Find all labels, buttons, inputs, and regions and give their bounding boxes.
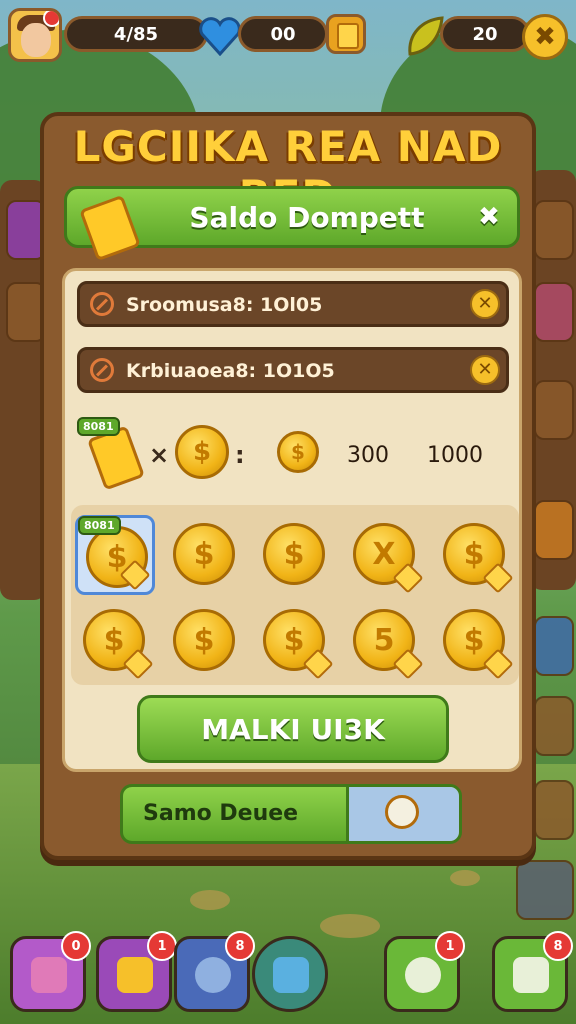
- confirm-button[interactable]: MALKI UI3K: [137, 695, 449, 763]
- book-icon: [31, 957, 67, 993]
- ground-stone: [320, 914, 380, 938]
- coin-pack-grid: $ 8081 $ $ X $ $ $ $ 5 $: [71, 505, 519, 685]
- coin-icon: $: [263, 523, 325, 585]
- exchange-rate-row: 8081 × $ : $ 300 1000: [77, 417, 509, 491]
- ban-icon: [90, 292, 114, 316]
- gold-bar-icon: [337, 23, 359, 49]
- avatar-face: [21, 23, 51, 57]
- chat-icon-area: [346, 787, 459, 841]
- quest-icon: [273, 957, 309, 993]
- rate-value-b: 1000: [427, 443, 483, 468]
- nav-star-button[interactable]: 8: [492, 931, 573, 1012]
- balance-field[interactable]: Krbiuaoea8: 1O1O5 ✕: [77, 347, 509, 393]
- coin-pack-item[interactable]: $: [435, 601, 515, 681]
- player-avatar[interactable]: [8, 8, 62, 62]
- secondary-button-label: Samo Deuee: [143, 801, 299, 826]
- secondary-button[interactable]: Samo Deuee: [120, 784, 462, 844]
- coin-pack-item[interactable]: $: [75, 601, 155, 681]
- nav-chat-button[interactable]: 1: [384, 931, 465, 1012]
- nav-box-button[interactable]: 1: [96, 931, 177, 1012]
- nav-badge: 8: [225, 931, 255, 961]
- rate-value-a: 300: [347, 443, 389, 468]
- coin-pack-item[interactable]: X: [345, 515, 425, 595]
- chat-bubble-icon: [405, 957, 441, 993]
- blue-heart-icon: [199, 17, 241, 56]
- coin-icon: $: [173, 609, 235, 671]
- smiley-icon: [385, 795, 419, 829]
- side-button[interactable]: [534, 500, 574, 560]
- nav-character-button[interactable]: 8: [174, 931, 255, 1012]
- close-icon: ✖: [534, 22, 556, 52]
- coin-pack-item[interactable]: $: [435, 515, 515, 595]
- gold-tag: 8081: [77, 417, 120, 436]
- coin-pack-item[interactable]: $: [165, 601, 245, 681]
- close-button[interactable]: ✖: [522, 14, 568, 60]
- coin-pack-item[interactable]: $ 8081: [75, 515, 155, 595]
- clear-field-button[interactable]: ✕: [470, 289, 500, 319]
- coin-pack-item[interactable]: 5: [345, 601, 425, 681]
- coin-icon: $: [277, 431, 319, 473]
- field-text: Krbiuaoea8: 1O1O5: [126, 360, 335, 382]
- side-button[interactable]: [516, 860, 574, 920]
- panel-body: Sroomusa8: 1Ol05 ✕ Krbiuaoea8: 1O1O5 ✕ 8…: [62, 268, 522, 772]
- nav-quest-button[interactable]: [252, 936, 328, 1012]
- banner-close-button[interactable]: ✖: [475, 203, 503, 231]
- wallet-banner: Saldo Dompett ✖: [64, 186, 520, 262]
- top-hud: 4/85 00 20 ✖: [0, 6, 576, 66]
- side-button[interactable]: [534, 780, 574, 840]
- character-icon: [195, 957, 231, 993]
- pack-tag: 8081: [78, 516, 121, 535]
- field-text: Sroomusa8: 1Ol05: [126, 294, 323, 316]
- nav-badge: 8: [543, 931, 573, 961]
- banner-label: Saldo Dompett: [189, 201, 425, 234]
- coin-pack-item[interactable]: $: [165, 515, 245, 595]
- side-button[interactable]: [534, 696, 574, 756]
- nav-book-button[interactable]: 0: [10, 931, 91, 1012]
- notification-dot: [43, 11, 59, 27]
- coin-pack-item[interactable]: $: [255, 601, 335, 681]
- coin-icon: $: [173, 523, 235, 585]
- balance-field[interactable]: Sroomusa8: 1Ol05 ✕: [77, 281, 509, 327]
- nav-badge: 1: [435, 931, 465, 961]
- coin-pack-item[interactable]: $: [255, 515, 335, 595]
- leaves-counter: 20: [440, 16, 530, 52]
- clear-field-button[interactable]: ✕: [470, 355, 500, 385]
- nav-badge: 0: [61, 931, 91, 961]
- leaves-value: 20: [472, 23, 498, 45]
- gold-bar-button[interactable]: [326, 14, 366, 54]
- gems-counter: 00: [238, 16, 328, 52]
- gems-value: 00: [270, 23, 296, 45]
- coins-value: 4/85: [113, 23, 159, 45]
- star-icon: [513, 957, 549, 993]
- ground-stone: [450, 870, 480, 886]
- ground-stone: [190, 890, 230, 910]
- box-icon: [117, 957, 153, 993]
- side-button[interactable]: [534, 282, 574, 342]
- side-button[interactable]: [534, 616, 574, 676]
- coins-counter: 4/85: [64, 16, 208, 52]
- gold-bar-icon: [79, 194, 141, 262]
- wallet-panel: LGCIIKA REA NAD BED Saldo Dompett ✖ Sroo…: [40, 112, 536, 860]
- side-button[interactable]: [534, 200, 574, 260]
- coin-icon: $: [175, 425, 229, 479]
- nav-badge: 1: [147, 931, 177, 961]
- colon-symbol: :: [235, 441, 245, 469]
- times-symbol: ×: [149, 441, 170, 469]
- ban-icon: [90, 358, 114, 382]
- side-button[interactable]: [534, 380, 574, 440]
